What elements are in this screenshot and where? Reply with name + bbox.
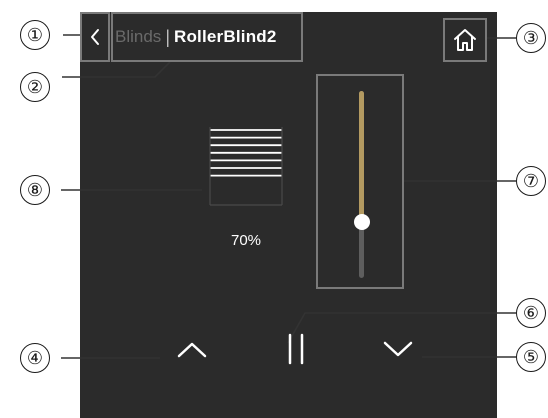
slider-fill	[359, 91, 364, 222]
breadcrumb-separator: |	[165, 26, 170, 47]
callout-2: ②	[20, 72, 50, 102]
chevron-down-icon	[383, 341, 413, 357]
close-blind-button[interactable]	[374, 325, 422, 373]
home-icon	[454, 29, 476, 51]
callout-8: ⑧	[20, 175, 50, 205]
breadcrumb-parent[interactable]: Blinds	[115, 27, 161, 47]
slider-track[interactable]	[359, 91, 364, 278]
callout-6: ⑥	[516, 298, 546, 328]
slider-thumb[interactable]	[354, 214, 370, 230]
position-slider[interactable]	[316, 74, 404, 289]
home-button[interactable]	[443, 18, 487, 62]
roller-blind-icon	[209, 127, 283, 206]
back-button[interactable]	[80, 12, 110, 62]
blind-position-value: 70%	[230, 232, 262, 249]
chevron-left-icon	[91, 29, 99, 45]
page-title: RollerBlind2	[174, 27, 277, 46]
callout-3: ③	[516, 23, 546, 53]
callout-4: ④	[20, 343, 50, 373]
chevron-up-icon	[177, 342, 207, 358]
callout-5: ⑤	[516, 342, 546, 372]
callout-1: ①	[20, 20, 50, 50]
callout-7: ⑦	[516, 166, 546, 196]
stop-blind-button[interactable]	[272, 325, 320, 373]
open-blind-button[interactable]	[168, 325, 216, 373]
pause-icon	[288, 333, 304, 365]
breadcrumb: Blinds | RollerBlind2	[111, 12, 303, 62]
